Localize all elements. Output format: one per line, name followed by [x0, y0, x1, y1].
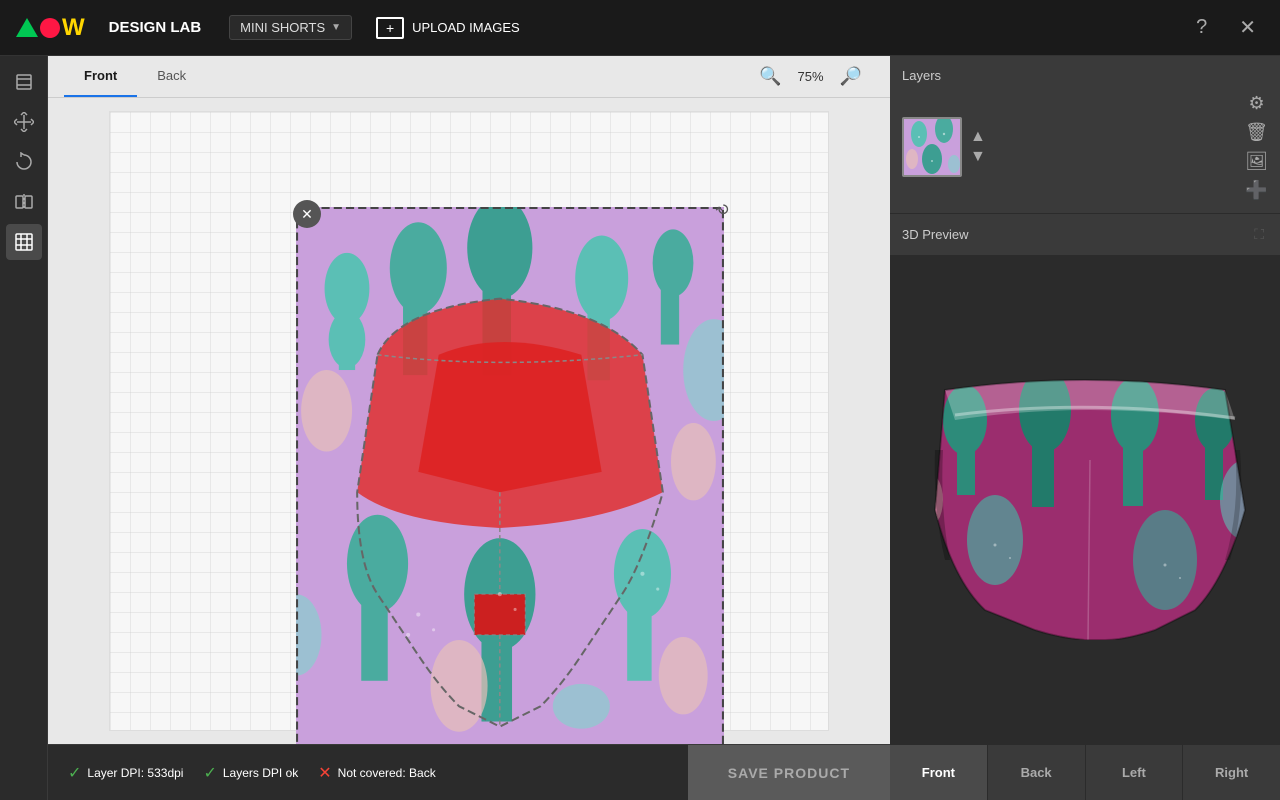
dpi-ok-icon: ✓: [68, 763, 81, 783]
layer-settings-button[interactable]: ⚙: [1245, 93, 1268, 114]
tab-back[interactable]: Back: [137, 56, 206, 97]
upload-icon: +: [376, 17, 404, 39]
canvas-workspace[interactable]: ✕ ↻ ↘: [48, 98, 890, 744]
chevron-down-icon: ▼: [331, 22, 341, 33]
product-name: MINI SHORTS: [240, 20, 325, 35]
layer-actions: ⚙ 🗑 🖼 ➕: [1245, 93, 1268, 201]
not-covered-label: Not covered: Back: [338, 766, 436, 780]
rotate-tool-button[interactable]: [6, 144, 42, 180]
product-selector[interactable]: MINI SHORTS ▼: [229, 15, 352, 40]
coverage-err-icon: ✕: [318, 763, 331, 783]
layers-dpi-label: Layers DPI ok: [223, 766, 298, 780]
zoom-level: 75%: [794, 69, 828, 84]
zoom-in-button[interactable]: 🔎: [836, 62, 866, 91]
expand-preview-button[interactable]: ⛶: [1250, 222, 1268, 247]
main-layout: Front Back 🔍 75% 🔎: [0, 56, 1280, 800]
logo-w-icon: W: [62, 16, 85, 40]
zoom-out-button[interactable]: 🔍: [755, 62, 785, 91]
preview-3d-section: 3D Preview ⛶: [890, 214, 1280, 800]
canvas-background: ✕ ↻ ↘: [109, 111, 829, 731]
coverage-status: ✕ Not covered: Back: [318, 763, 435, 783]
layer-add-image-button[interactable]: 🖼: [1245, 151, 1268, 172]
app-title: DESIGN LAB: [109, 19, 202, 36]
layers-row: ▲ ▼ ⚙ 🗑 🖼 ➕: [902, 93, 1268, 201]
preview-3d-label: 3D Preview: [902, 227, 968, 242]
upload-btn-label: UPLOAD IMAGES: [412, 20, 520, 35]
header: W DESIGN LAB MINI SHORTS ▼ + UPLOAD IMAG…: [0, 0, 1280, 56]
help-button[interactable]: ?: [1188, 12, 1215, 43]
layer-delete-button[interactable]: 🗑: [1245, 122, 1268, 143]
dpi-status: ✓ Layer DPI: 533dpi: [68, 763, 183, 783]
view-right-button[interactable]: Right: [1183, 745, 1280, 800]
design-canvas-svg: [295, 207, 725, 744]
layers-dpi-status: ✓ Layers DPI ok: [203, 763, 298, 783]
layers-title: Layers: [902, 68, 1268, 83]
view-buttons: Front Back Left Right: [890, 744, 1280, 800]
scale-handle[interactable]: ↘: [717, 740, 730, 744]
layers-section: Layers: [890, 56, 1280, 214]
canvas-area: Front Back 🔍 75% 🔎: [48, 56, 890, 800]
flip-tool-button[interactable]: [6, 184, 42, 220]
preview-3d-header: 3D Preview ⛶: [890, 214, 1280, 255]
right-panel: Layers: [890, 56, 1280, 800]
close-button[interactable]: ✕: [1231, 11, 1264, 44]
tab-front[interactable]: Front: [64, 56, 137, 97]
save-product-button[interactable]: SAVE PRODUCT: [688, 745, 890, 800]
status-bar: ✓ Layer DPI: 533dpi ✓ Layers DPI ok ✕ No…: [48, 744, 890, 800]
view-back-button[interactable]: Back: [988, 745, 1086, 800]
preview-3d-canvas: [890, 255, 1280, 744]
status-items: ✓ Layer DPI: 533dpi ✓ Layers DPI ok ✕ No…: [48, 763, 688, 783]
canvas-controls: 🔍 75% 🔎: [755, 62, 874, 91]
layer-thumb-svg: [904, 119, 960, 175]
pattern-tool-button[interactable]: [6, 224, 42, 260]
logo: W: [16, 16, 85, 40]
frame-tool-button[interactable]: [6, 64, 42, 100]
logo-circle-icon: [40, 18, 60, 38]
upload-images-button[interactable]: + UPLOAD IMAGES: [368, 13, 528, 43]
view-front-button[interactable]: Front: [890, 745, 988, 800]
move-tool-button[interactable]: [6, 104, 42, 140]
remove-design-button[interactable]: ✕: [293, 200, 321, 228]
layer-add-button[interactable]: ➕: [1245, 180, 1268, 201]
layer-up-button[interactable]: ▲: [970, 129, 986, 145]
dpi-label: Layer DPI: 533dpi: [87, 766, 183, 780]
logo-shapes: W: [16, 16, 85, 40]
layers-ok-icon: ✓: [203, 763, 216, 783]
view-left-button[interactable]: Left: [1086, 745, 1184, 800]
layer-order-arrows: ▲ ▼: [970, 129, 986, 165]
shorts-3d-svg: [905, 360, 1265, 640]
layer-down-button[interactable]: ▼: [970, 149, 986, 165]
left-toolbar: [0, 56, 48, 800]
logo-triangle-icon: [16, 18, 38, 37]
tab-bar: Front Back 🔍 75% 🔎: [48, 56, 890, 98]
layer-thumbnail[interactable]: [902, 117, 962, 177]
